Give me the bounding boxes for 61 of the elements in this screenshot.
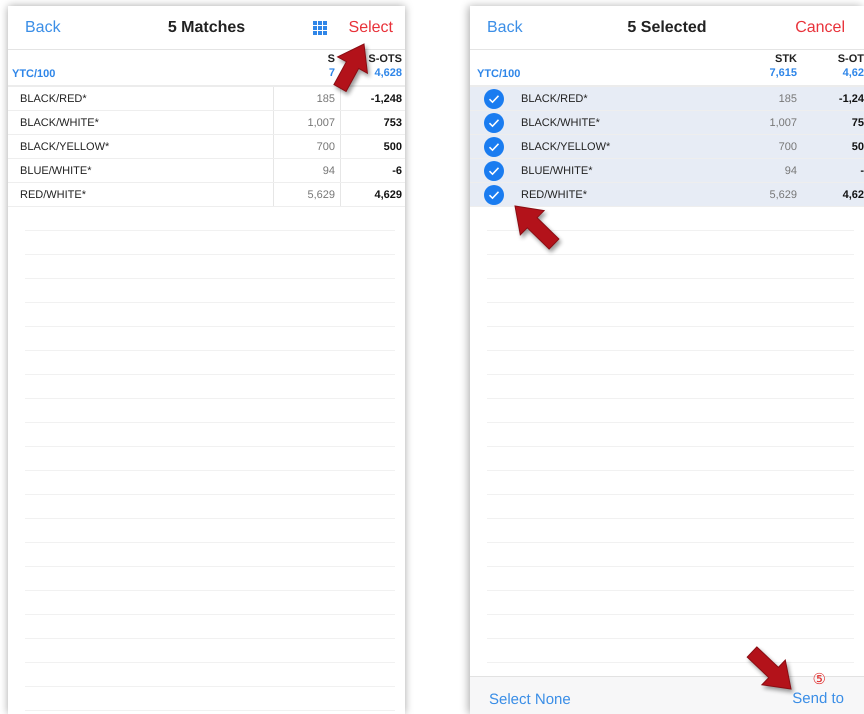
table-cell-text: 50 [850, 140, 864, 154]
back-link[interactable]: Back [487, 18, 523, 36]
table-cell-text: 185 [778, 92, 798, 106]
screen-title: 5 Matches [168, 18, 246, 36]
table-cell: 94 [273, 159, 340, 182]
column-total: 7,615 [769, 66, 797, 80]
checkmark-icon[interactable] [484, 112, 504, 132]
table-cell-text: BLACK/WHITE* [520, 116, 601, 130]
table-cell-text: BLUE/WHITE* [19, 164, 93, 178]
checkmark-icon[interactable] [484, 160, 504, 180]
pointer-arrow [333, 43, 368, 92]
column-total: 7 [328, 66, 335, 80]
table-cell-text: -1,24 [838, 92, 864, 106]
column-total: 4,628 [374, 66, 402, 80]
table-cell-text: RED/WHITE* [19, 188, 87, 202]
table-cell-text: BLACK/RED* [19, 92, 88, 106]
table-cell-text: BLACK/YELLOW* [19, 140, 110, 154]
step-number: ⑤ [812, 670, 826, 688]
table-cell-text: BLACK/WHITE* [19, 116, 100, 130]
back-link[interactable]: Back [25, 18, 61, 36]
table-cell: 753 [340, 111, 405, 134]
pointer-arrow [514, 205, 560, 250]
table-cell: 5,629 [273, 183, 340, 206]
checkmark-icon[interactable] [484, 136, 504, 156]
select-link[interactable]: Select [348, 18, 393, 36]
grid-icon[interactable] [312, 20, 327, 34]
select-none-link[interactable]: Select None [489, 691, 571, 708]
table-cell: 1,007 [273, 111, 340, 134]
table-cell-text: 94 [784, 164, 798, 178]
column-header: STK [775, 52, 797, 66]
table-row[interactable]: BLACK/WHITE* 1,007 75 [470, 111, 864, 135]
table-cell-text: - [859, 164, 864, 178]
table-row[interactable]: BLACK/YELLOW* 700 50 [470, 135, 864, 159]
group-label: YTC/100 [11, 68, 56, 80]
table-row[interactable]: RED/WHITE* 5,629 4,62 [470, 183, 864, 207]
table-cell-text: 700 [778, 140, 798, 154]
table-row[interactable]: BLUE/WHITE* 94 - [470, 159, 864, 183]
table-cell-text: BLACK/RED* [520, 92, 589, 106]
table-cell-text: 75 [850, 116, 864, 130]
table-cell-text: 1,007 [768, 116, 798, 130]
pointer-arrow [746, 646, 792, 690]
table-cell-text: BLUE/WHITE* [520, 164, 594, 178]
column-header: S-OTS [368, 52, 402, 66]
table-cell-text: 4,62 [842, 188, 864, 202]
table-cell-text: RED/WHITE* [520, 188, 588, 202]
table-cell: 700 [273, 135, 340, 158]
table-cell-text: BLACK/YELLOW* [520, 140, 612, 154]
table-cell: -6 [340, 159, 405, 182]
table-row[interactable]: BLACK/RED* 185 -1,24 [470, 87, 864, 111]
send-to-link[interactable]: Send to [792, 690, 844, 707]
table-cell-text: 5,629 [768, 188, 798, 202]
screen-title: 5 Selected [627, 18, 707, 36]
column-total: 4,62 [842, 66, 864, 80]
table-cell: 500 [340, 135, 405, 158]
checkmark-icon[interactable] [484, 88, 504, 108]
checkmark-icon[interactable] [484, 184, 504, 204]
group-label: YTC/100 [476, 68, 522, 80]
cancel-link[interactable]: Cancel [795, 18, 845, 36]
table-cell: 4,629 [340, 183, 405, 206]
column-header: S-OT [838, 52, 864, 66]
column-header: S [328, 52, 335, 66]
